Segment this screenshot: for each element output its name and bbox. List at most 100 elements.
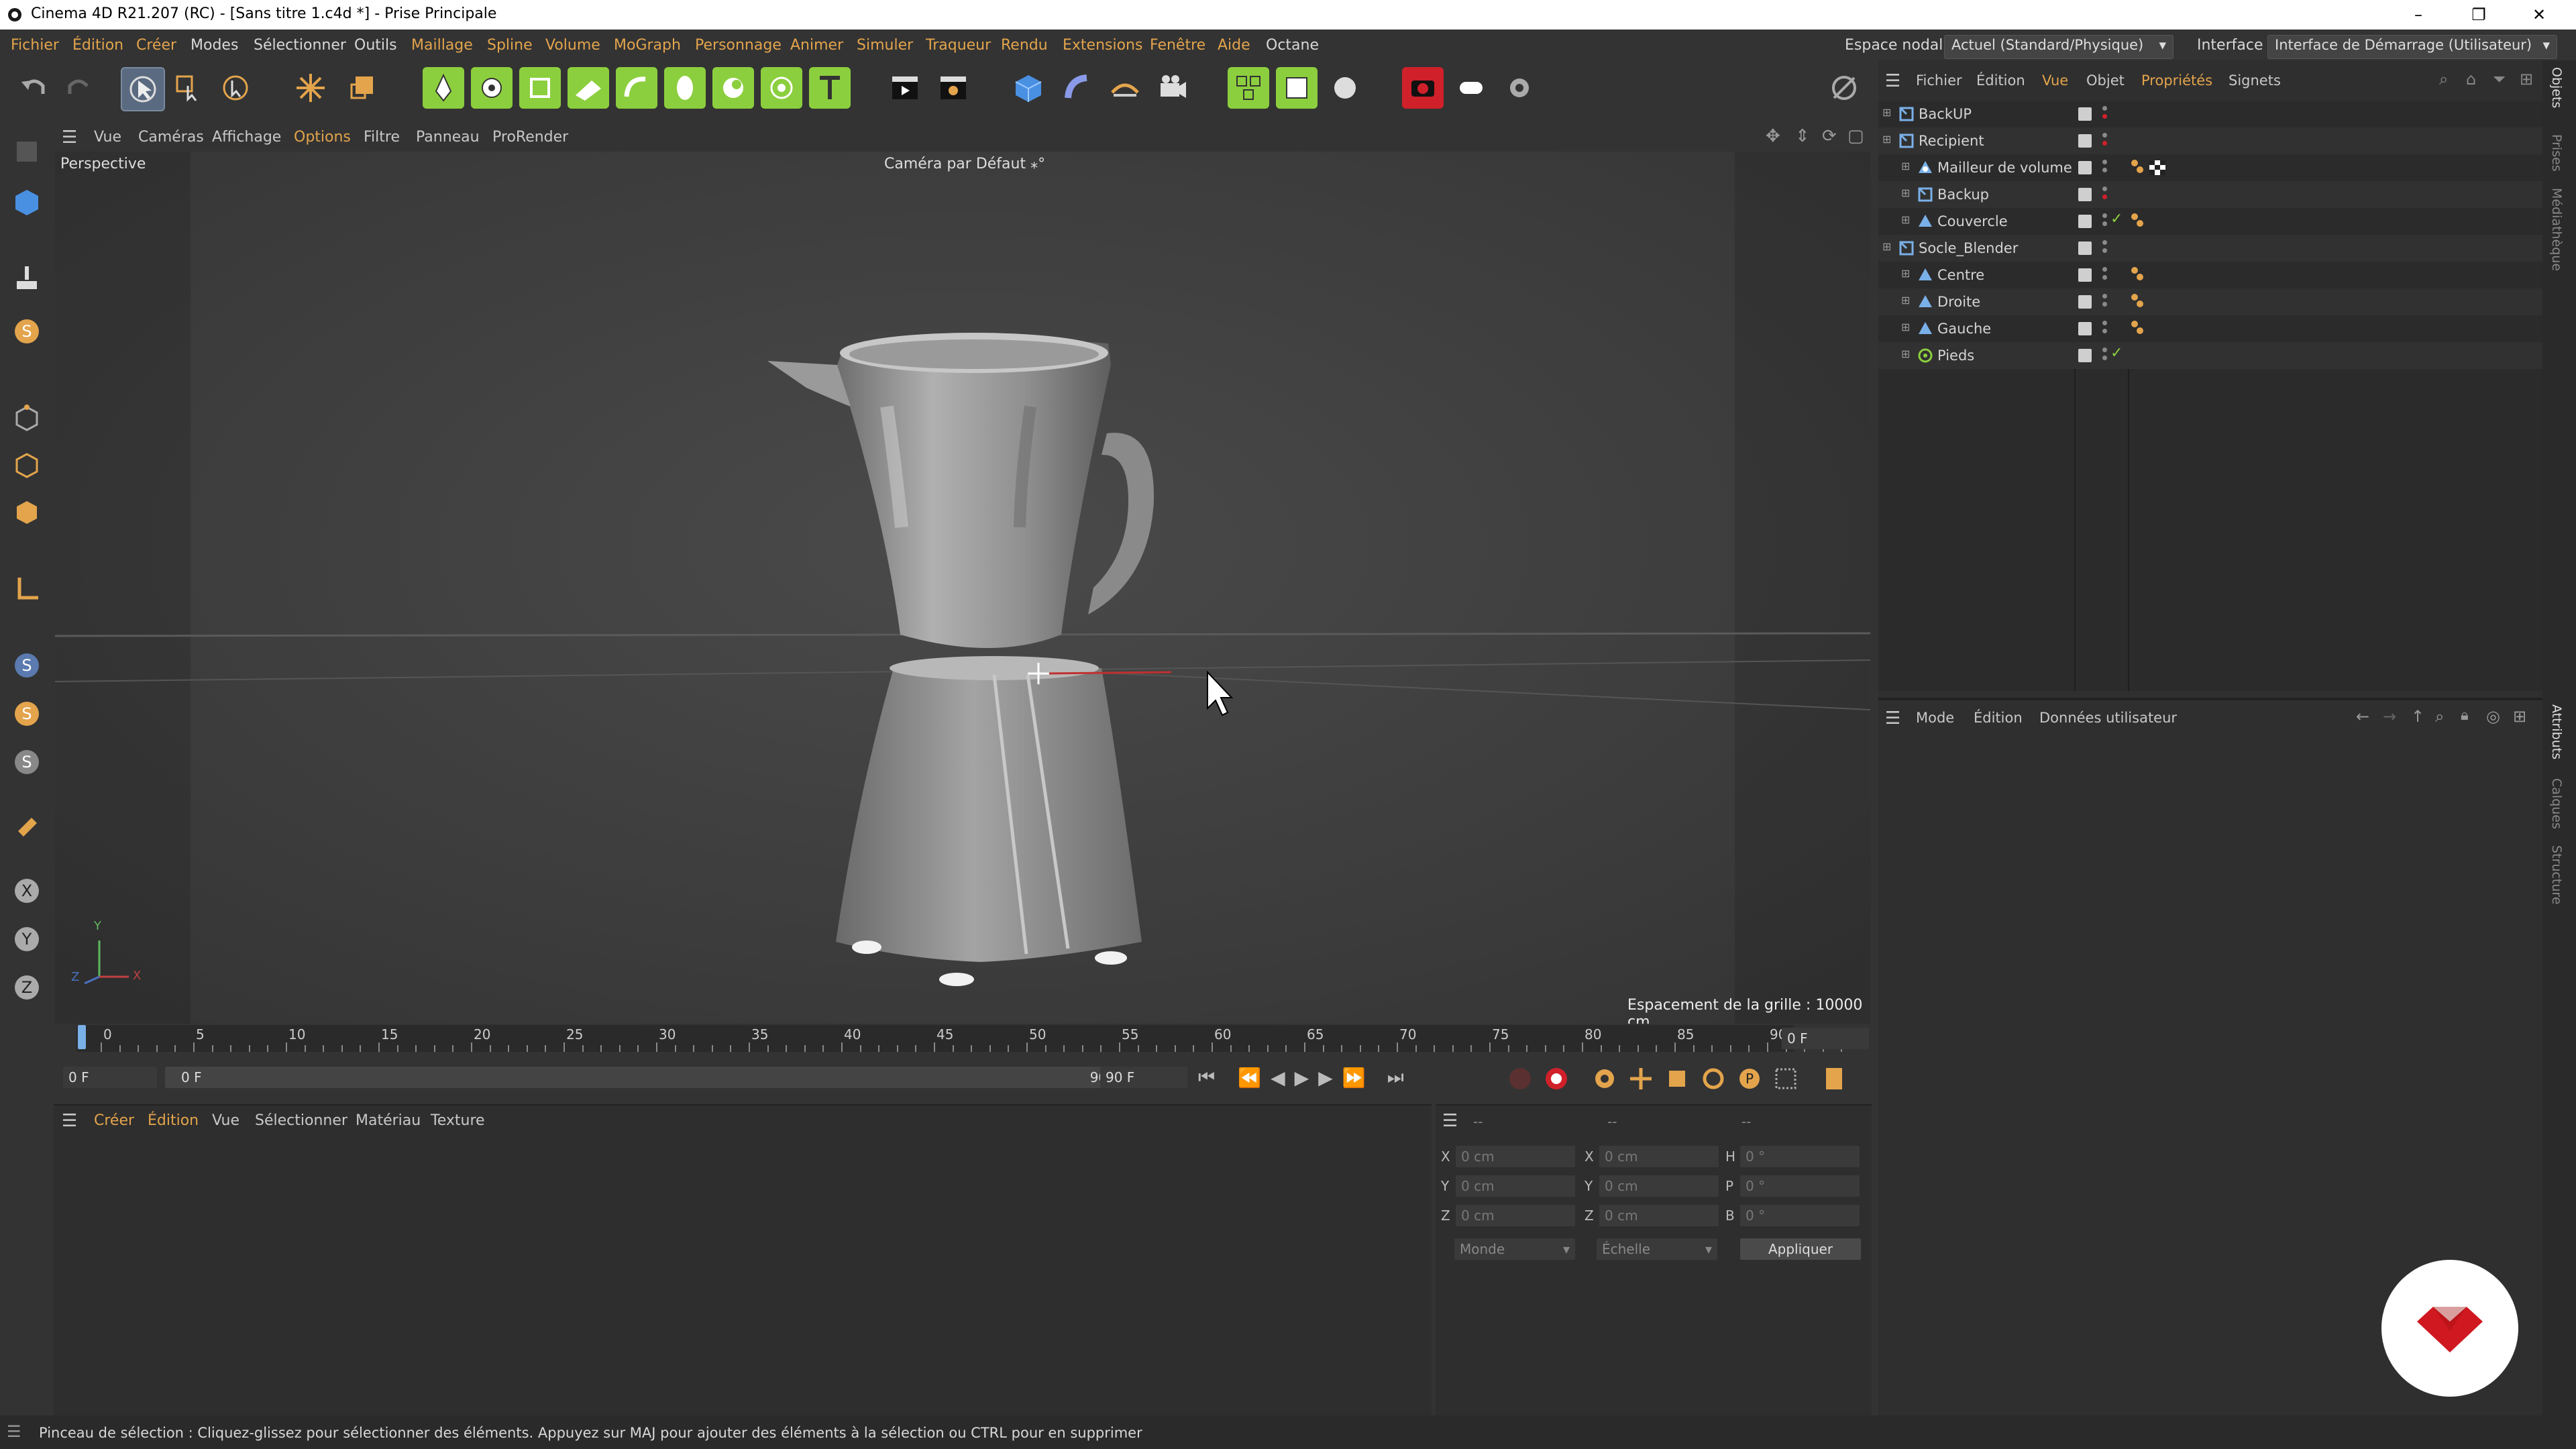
atom-array-button[interactable] (761, 67, 802, 109)
viewport-rotate-icon[interactable]: ⟳ (1822, 126, 1837, 146)
object-name[interactable]: Backup (1937, 186, 1989, 203)
menu-fichier[interactable]: Fichier (11, 37, 59, 54)
enabled-check-icon[interactable]: ✓ (2110, 345, 2123, 362)
menu-extensions[interactable]: Extensions (1063, 37, 1142, 54)
menu-octane[interactable]: Octane (1266, 37, 1319, 54)
hamburger-icon[interactable]: ☰ (7, 1422, 21, 1441)
menu-traqueur[interactable]: Traqueur (926, 37, 991, 54)
coord-value-field[interactable]: 0 cm (1599, 1205, 1719, 1226)
snap-button[interactable]: S (5, 310, 48, 353)
new-window-icon[interactable]: ⊞ (2520, 70, 2533, 89)
viewport-zoom-icon[interactable]: ⇕ (1795, 126, 1810, 146)
model-mode-button[interactable] (5, 181, 48, 224)
coord-value-field[interactable]: 0 ° (1740, 1146, 1860, 1167)
attr-menu-edition[interactable]: Édition (1974, 710, 2023, 726)
key-pla-icon[interactable] (1772, 1065, 1799, 1092)
layer-checkbox-icon[interactable] (2078, 322, 2092, 335)
effector-button[interactable] (1324, 67, 1366, 109)
preview-button[interactable] (1450, 67, 1492, 109)
expand-toggle-icon[interactable]: ⊞ (1901, 294, 1910, 307)
visibility-dots-icon[interactable] (2102, 321, 2108, 337)
objmgr-menu-vue[interactable]: Vue (2042, 72, 2068, 89)
menu-maillage[interactable]: Maillage (411, 37, 473, 54)
object-name[interactable]: Mailleur de volume (1937, 160, 2072, 176)
layer-checkbox-icon[interactable] (2078, 161, 2092, 174)
object-name[interactable]: Recipient (1919, 133, 1984, 149)
object-row[interactable]: ⊞ Mailleur de volume (1878, 154, 2542, 181)
layer-checkbox-icon[interactable] (2078, 107, 2092, 121)
viewport-maximize-icon[interactable]: ▢ (1847, 126, 1864, 146)
menu-selectionner[interactable]: Sélectionner (254, 37, 346, 54)
attr-menu-user-data[interactable]: Données utilisateur (2039, 710, 2177, 726)
objmgr-menu-objet[interactable]: Objet (2086, 72, 2125, 89)
visibility-dots-icon[interactable] (2102, 160, 2108, 176)
filter-icon[interactable]: ⏷ (2493, 70, 2506, 89)
visibility-dots-icon[interactable] (2102, 294, 2108, 310)
object-row[interactable]: ⊞ Gauche (1878, 315, 2542, 342)
tab-prises[interactable]: Prises (2549, 134, 2564, 172)
hamburger-icon[interactable]: ☰ (62, 1111, 77, 1131)
material-menu-vue[interactable]: Vue (212, 1112, 239, 1129)
layer-checkbox-icon[interactable] (2078, 215, 2092, 228)
viewport-menu-options[interactable]: Options (294, 129, 351, 146)
current-frame-field[interactable]: 0 F (1782, 1028, 1869, 1049)
objmgr-menu-edition[interactable]: Édition (1976, 72, 2025, 89)
attr-menu-mode[interactable]: Mode (1916, 710, 1954, 726)
expand-toggle-icon[interactable]: ⊞ (1901, 267, 1910, 280)
hamburger-icon[interactable]: ☰ (1885, 71, 1900, 91)
menu-rendu[interactable]: Rendu (1001, 37, 1048, 54)
render-settings-button[interactable] (1499, 67, 1540, 109)
close-button[interactable]: ✕ (2509, 0, 2569, 30)
apply-button[interactable]: Appliquer (1740, 1238, 1861, 1260)
move-tool-button[interactable] (290, 67, 331, 109)
node-space-dropdown[interactable]: Actuel (Standard/Physique) ▾ (1944, 35, 2174, 59)
phong-material-tags-icon[interactable] (2131, 158, 2171, 178)
search-icon[interactable]: ⌕ (2435, 707, 2444, 726)
autokey-icon[interactable] (1543, 1065, 1570, 1092)
object-row[interactable]: ⊞ Pieds ✓ (1878, 342, 2542, 369)
object-row[interactable]: ⊞ Couvercle ✓ (1878, 208, 2542, 235)
environment-button[interactable] (1104, 67, 1146, 109)
polygons-mode-button[interactable] (5, 491, 48, 534)
snap-settings-button[interactable]: S (5, 741, 48, 784)
object-name[interactable]: Gauche (1937, 321, 1991, 337)
redo-button[interactable] (58, 67, 99, 109)
sweep-button[interactable] (616, 67, 657, 109)
search-icon[interactable]: ⌕ (2439, 70, 2448, 89)
timeline-window-icon[interactable] (1821, 1065, 1847, 1092)
expand-toggle-icon[interactable]: ⊞ (1901, 347, 1910, 360)
camera-label[interactable]: Caméra par Défaut ⁎° (884, 156, 1045, 172)
key-selection-icon[interactable] (1591, 1065, 1618, 1092)
coord-value-field[interactable]: 0 cm (1599, 1175, 1719, 1197)
viewport-menu-vue[interactable]: Vue (94, 129, 121, 146)
visibility-dots-icon[interactable] (2102, 213, 2108, 229)
layer-checkbox-icon[interactable] (2078, 295, 2092, 309)
previous-frame-icon[interactable]: ◀ (1271, 1067, 1285, 1089)
workplane-button[interactable] (5, 805, 48, 848)
material-menu-selectionner[interactable]: Sélectionner (255, 1112, 347, 1129)
go-to-start-icon[interactable]: ⏮ (1198, 1066, 1215, 1089)
hamburger-icon[interactable]: ☰ (1442, 1111, 1458, 1131)
layer-checkbox-icon[interactable] (2078, 349, 2092, 362)
coord-value-field[interactable]: 0 ° (1740, 1205, 1860, 1226)
material-menu-texture[interactable]: Texture (431, 1112, 485, 1129)
lock-z-button[interactable]: Z (5, 966, 48, 1009)
scale-tool-button[interactable] (342, 67, 384, 109)
menu-mograph[interactable]: MoGraph (614, 37, 681, 54)
layer-checkbox-icon[interactable] (2078, 268, 2092, 282)
hamburger-icon[interactable]: ☰ (62, 127, 77, 148)
coord-value-field[interactable]: 0 cm (1456, 1205, 1575, 1226)
x-axis-handle[interactable] (1042, 671, 1172, 675)
tab-attributs[interactable]: Attributs (2549, 704, 2564, 759)
visibility-dots-icon[interactable] (2102, 186, 2108, 203)
objmgr-menu-signets[interactable]: Signets (2229, 72, 2281, 89)
menu-fenetre[interactable]: Fenêtre (1150, 37, 1205, 54)
menu-creer[interactable]: Créer (136, 37, 176, 54)
menu-spline[interactable]: Spline (487, 37, 533, 54)
texture-mode-button[interactable] (5, 258, 48, 301)
key-rotation-icon[interactable] (1700, 1065, 1727, 1092)
material-menu-creer[interactable]: Créer (94, 1112, 134, 1129)
menu-edition[interactable]: Édition (72, 37, 123, 54)
tab-structure[interactable]: Structure (2549, 845, 2564, 904)
viewport-menu-cameras[interactable]: Caméras (138, 129, 204, 146)
